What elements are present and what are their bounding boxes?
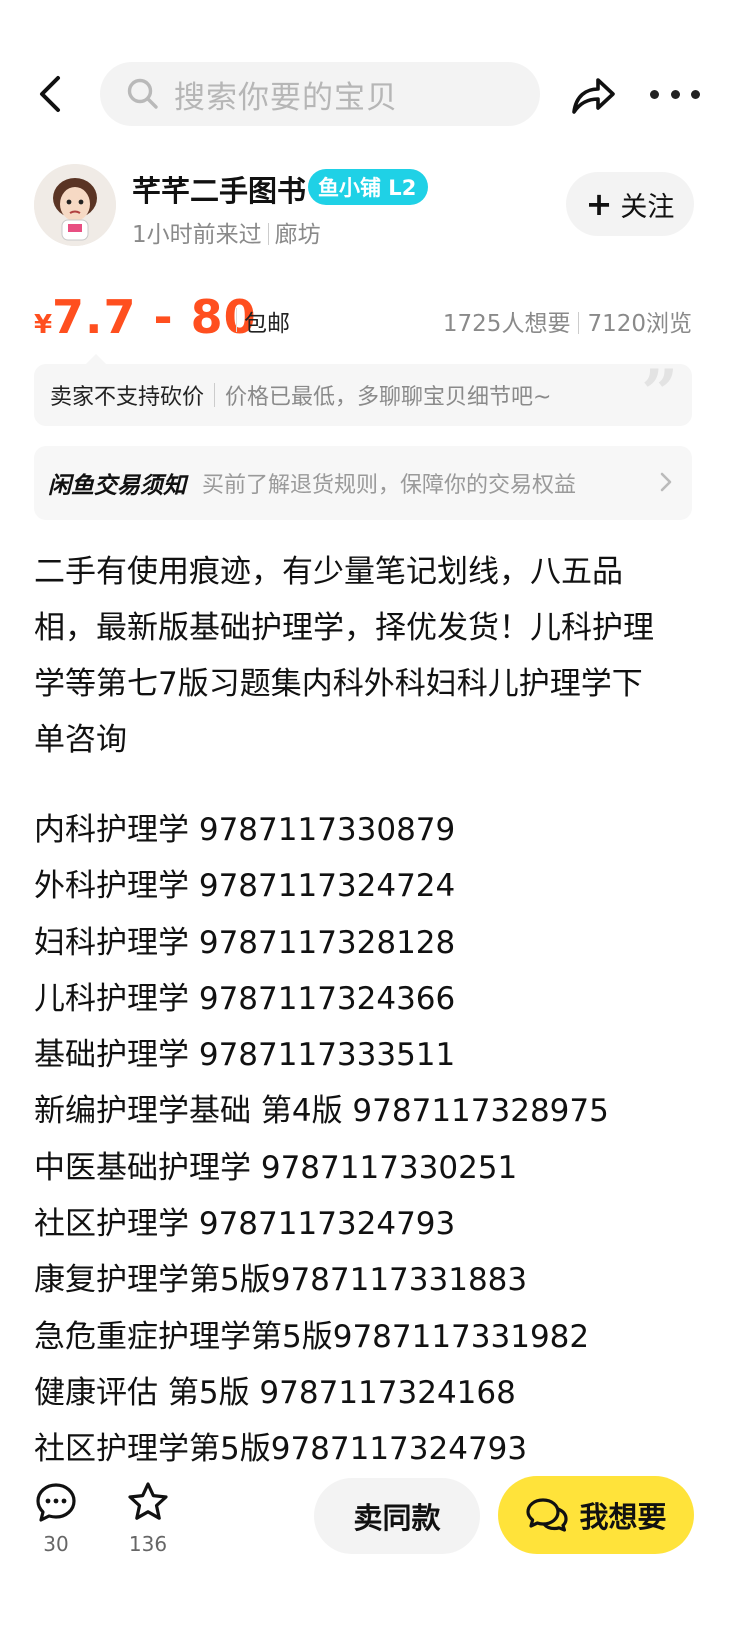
chat-bubble-icon xyxy=(36,1483,76,1522)
price-divider xyxy=(236,308,237,332)
book-item: 急危重症护理学第5版9787117331982 xyxy=(34,1318,590,1355)
book-item: 康复护理学第5版9787117331883 xyxy=(34,1262,528,1299)
share-icon xyxy=(572,78,615,114)
description-line: 相，最新版基础护理学，择优发货！儿科护理 xyxy=(34,610,654,646)
quote-icon: ” xyxy=(641,356,678,431)
sell-same-button[interactable]: 卖同款 xyxy=(314,1478,480,1554)
book-list: 内科护理学 9787117330879 外科护理学 9787117324724 … xyxy=(34,802,714,1478)
views-count: 7120浏览 xyxy=(587,311,692,337)
description-line: 二手有使用痕迹，有少量笔记划线，八五品 xyxy=(34,554,623,590)
description-line: 学等第七7版习题集内科外科妇科儿护理学下 xyxy=(34,666,643,702)
share-button[interactable] xyxy=(568,70,618,120)
shop-level-badge[interactable]: 鱼小铺 L2 xyxy=(308,169,429,205)
book-item: 新编护理学基础 第4版 9787117328975 xyxy=(34,1093,609,1130)
want-label: 我想要 xyxy=(579,1500,667,1534)
book-item: 中医基础护理学 9787117330251 xyxy=(34,1149,518,1186)
book-item: 儿科护理学 9787117324366 xyxy=(34,980,456,1017)
seller-meta: 1小时前来过 廊坊 xyxy=(132,215,321,249)
currency-symbol: ¥ xyxy=(34,310,53,340)
notice-desc: 买前了解退货规则，保障你的交易权益 xyxy=(202,473,577,498)
bargain-note: 卖家不支持砍价 价格已最低，多聊聊宝贝细节吧~ ” xyxy=(34,354,692,431)
more-dot xyxy=(650,89,659,99)
favorites-count: 136 xyxy=(128,1532,168,1556)
comments-count: 30 xyxy=(43,1532,69,1556)
avatar-image xyxy=(34,164,116,246)
book-item: 基础护理学 9787117333511 xyxy=(34,1037,456,1074)
book-item: 内科护理学 9787117330879 xyxy=(34,812,456,848)
want-button[interactable]: 我想要 xyxy=(498,1476,694,1554)
follow-button[interactable]: + 关注 xyxy=(566,172,694,236)
bottom-action-bar: 30 136 卖同款 我想要 xyxy=(0,1462,750,1625)
search-icon xyxy=(127,78,158,109)
price-range: 7.7 - 80 xyxy=(52,290,257,344)
wants-count: 1725人想要 xyxy=(442,311,571,337)
book-item: 妇科护理学 9787117328128 xyxy=(34,924,456,961)
location-text: 廊坊 xyxy=(274,222,321,248)
follow-label: 关注 xyxy=(620,191,675,223)
back-button[interactable] xyxy=(30,72,74,116)
book-item: 外科护理学 9787117324724 xyxy=(34,868,456,905)
seller-header: 芊芊二手图书 鱼小铺 L2 1小时前来过 廊坊 + 关注 xyxy=(0,160,750,250)
description-line: 单咨询 xyxy=(34,722,127,758)
bargain-divider xyxy=(214,383,216,407)
top-bar: 搜索你要的宝贝 xyxy=(0,60,750,128)
free-shipping-label: 包邮 xyxy=(244,311,290,337)
search-bar[interactable]: 搜索你要的宝贝 xyxy=(100,62,540,126)
trade-notice[interactable]: 闲鱼交易须知 买前了解退货规则，保障你的交易权益 xyxy=(34,446,692,520)
chat-icon xyxy=(526,1498,569,1532)
more-dot xyxy=(670,89,680,99)
book-item: 健康评估 第5版 9787117324168 xyxy=(34,1374,516,1411)
chevron-right-icon xyxy=(660,472,672,492)
chevron-left-icon xyxy=(40,76,60,112)
book-item: 社区护理学 9787117324793 xyxy=(34,1206,456,1243)
price-row: ¥ 7.7 - 80 包邮 1725人想要 7120浏览 xyxy=(0,290,750,350)
seller-name[interactable]: 芊芊二手图书 xyxy=(132,168,306,210)
favorite-button[interactable]: 136 xyxy=(118,1480,178,1556)
comments-button[interactable]: 30 xyxy=(26,1480,86,1556)
notice-title: 闲鱼交易须知 xyxy=(48,473,186,499)
item-description: 二手有使用痕迹，有少量笔记划线，八五品 相，最新版基础护理学，择优发货！儿科护理… xyxy=(34,544,694,768)
meta-divider xyxy=(267,223,269,245)
search-placeholder: 搜索你要的宝贝 xyxy=(174,79,398,116)
bargain-sub-text: 价格已最低，多聊聊宝贝细节吧~ xyxy=(225,385,552,410)
seller-avatar[interactable] xyxy=(34,164,116,246)
more-dot xyxy=(691,89,700,99)
plus-icon: + xyxy=(585,185,613,223)
last-seen-text: 1小时前来过 xyxy=(132,222,262,248)
item-stats: 1725人想要 7120浏览 xyxy=(443,304,692,338)
bargain-main-text: 卖家不支持砍价 xyxy=(50,385,205,410)
stats-divider xyxy=(578,312,580,334)
more-button[interactable] xyxy=(650,84,700,104)
star-icon xyxy=(128,1482,168,1520)
